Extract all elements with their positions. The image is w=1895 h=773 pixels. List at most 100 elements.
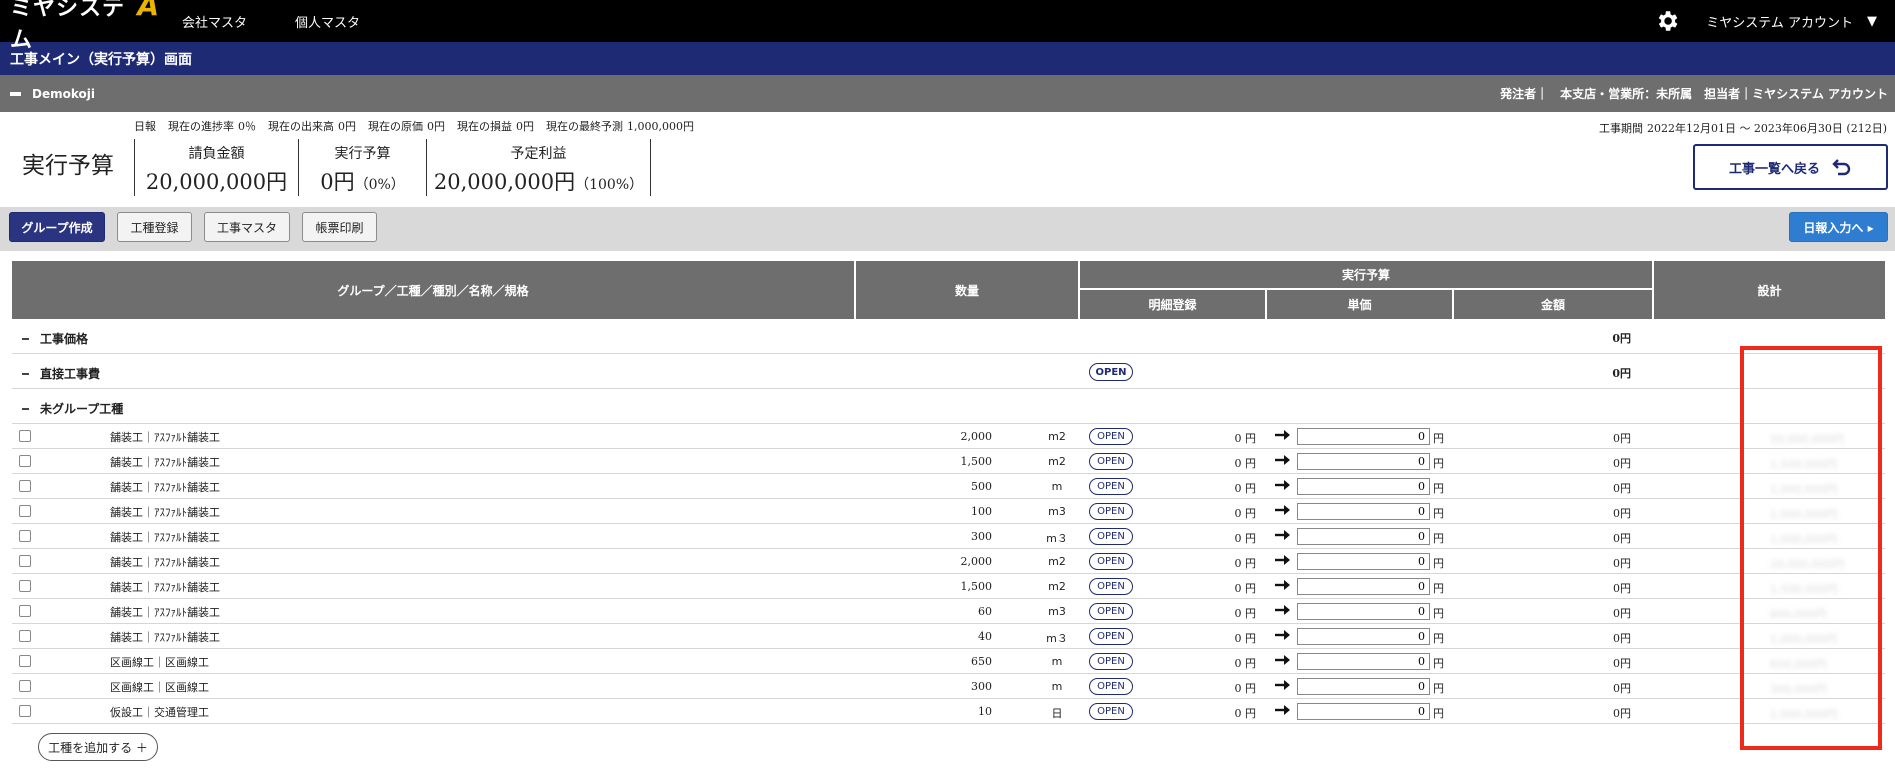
arrow-right-icon[interactable] — [1274, 627, 1292, 643]
arrow-right-icon[interactable] — [1274, 477, 1292, 493]
item-quantity: 2,000 — [960, 555, 993, 568]
open-detail-button[interactable]: OPEN — [1089, 653, 1133, 670]
row-checkbox[interactable] — [19, 530, 31, 542]
open-detail-button[interactable]: OPEN — [1089, 363, 1133, 381]
table-row: 舗装工｜ｱｽﾌｧﾙﾄ舗装工 2,000 m2 OPEN 0 円 円 0円 20,000,000… — [12, 424, 1885, 449]
print-report-button[interactable]: 帳票印刷 — [302, 212, 377, 242]
arrow-right-icon[interactable] — [1274, 552, 1292, 568]
collapse-icon — [22, 337, 29, 340]
brand-name: ミヤシステム — [10, 0, 126, 53]
open-detail-button[interactable]: OPEN — [1089, 528, 1133, 545]
table-row: 舗装工｜ｱｽﾌｧﾙﾄ舗装工 40 m３ OPEN 0 円 円 0円 1,000,000円 — [12, 624, 1885, 649]
item-name: 舗装工｜ｱｽﾌｧﾙﾄ舗装工 — [110, 531, 220, 544]
brand-logo[interactable]: ミヤシステム A — [0, 0, 160, 54]
unit-price-input[interactable] — [1297, 428, 1430, 445]
unit-price-input[interactable] — [1297, 453, 1430, 470]
arrow-right-icon[interactable] — [1274, 527, 1292, 543]
nav-personal-master[interactable]: 個人マスタ — [295, 12, 360, 31]
construction-master-button[interactable]: 工事マスタ — [204, 212, 290, 242]
orderer-label: 発注者｜ — [1500, 87, 1549, 101]
open-detail-button[interactable]: OPEN — [1089, 603, 1133, 620]
unit-price-input[interactable] — [1297, 528, 1430, 545]
row-checkbox[interactable] — [19, 605, 31, 617]
detail-price: 0 円 — [1234, 532, 1257, 545]
unit-price-input[interactable] — [1297, 603, 1430, 620]
nav-right: ミヤシステム アカウント ▼ — [1654, 0, 1877, 42]
period-value: 2022年12月01日 〜 2023年06月30日 (212日) — [1646, 122, 1887, 135]
header-name: グループ／工種／種別／名称／規格 — [12, 261, 854, 319]
arrow-right-icon[interactable] — [1274, 427, 1292, 443]
detail-price: 0 円 — [1234, 582, 1257, 595]
create-group-button[interactable]: グループ作成 — [9, 212, 105, 242]
construction-period: 工事期間 2022年12月01日 〜 2023年06月30日 (212日) — [1599, 120, 1887, 136]
yen-label: 円 — [1433, 532, 1444, 545]
open-detail-button[interactable]: OPEN — [1089, 503, 1133, 520]
arrow-right-icon[interactable] — [1274, 677, 1292, 693]
stats-line: 日報 現在の進捗率 0％ 現在の出来高 0円 現在の原価 0円 現在の損益 0円 現在の… — [134, 118, 694, 134]
arrow-right-icon[interactable] — [1274, 577, 1292, 593]
account-menu[interactable]: ミヤシステム アカウント ▼ — [1706, 12, 1877, 31]
item-unit: m2 — [1048, 430, 1066, 443]
open-detail-button[interactable]: OPEN — [1089, 678, 1133, 695]
item-amount: 0円 — [1613, 657, 1631, 670]
unit-price-input[interactable] — [1297, 703, 1430, 720]
yen-label: 円 — [1433, 457, 1444, 470]
open-detail-button[interactable]: OPEN — [1089, 628, 1133, 645]
row-checkbox[interactable] — [19, 480, 31, 492]
row-checkbox[interactable] — [19, 505, 31, 517]
arrow-right-icon[interactable] — [1274, 702, 1292, 718]
item-quantity: 10 — [978, 705, 992, 718]
unit-price-input[interactable] — [1297, 653, 1430, 670]
row-checkbox[interactable] — [19, 580, 31, 592]
open-detail-button[interactable]: OPEN — [1089, 703, 1133, 720]
detail-price: 0 円 — [1234, 607, 1257, 620]
arrow-right-icon[interactable] — [1274, 502, 1292, 518]
open-detail-button[interactable]: OPEN — [1089, 478, 1133, 495]
stat-label: 現在の進捗率 — [168, 120, 234, 133]
row-checkbox[interactable] — [19, 655, 31, 667]
detail-price: 0 円 — [1234, 507, 1257, 520]
budget-table: グループ／工種／種別／名称／規格 数量 実行予算 明細登録 単価 金額 設計 工… — [12, 261, 1885, 772]
item-name: 区画線工｜区画線工 — [110, 681, 209, 694]
add-type-button[interactable]: 工種を追加する ＋ — [38, 733, 158, 761]
project-meta: 発注者｜ 本支店・営業所：未所属 担当者｜ミヤシステム アカウント — [1500, 75, 1888, 112]
group-row-direct-cost[interactable]: 直接工事費 OPEN 0円 — [12, 354, 1885, 389]
row-checkbox[interactable] — [19, 555, 31, 567]
row-checkbox[interactable] — [19, 455, 31, 467]
nav-company-master[interactable]: 会社マスタ — [182, 12, 247, 31]
group-row-construction-price[interactable]: 工事価格 0円 — [12, 319, 1885, 354]
back-to-list-button[interactable]: 工事一覧へ戻る — [1693, 144, 1888, 190]
page-title: 工事メイン（実行予算）画面 — [0, 42, 1895, 75]
register-type-button[interactable]: 工種登録 — [117, 212, 192, 242]
item-quantity: 1,500 — [960, 580, 993, 593]
table-row: 区画線工｜区画線工 650 m OPEN 0 円 円 0円 650,000円 — [12, 649, 1885, 674]
unit-price-input[interactable] — [1297, 628, 1430, 645]
item-name: 舗装工｜ｱｽﾌｧﾙﾄ舗装工 — [110, 506, 220, 519]
table-row: 舗装工｜ｱｽﾌｧﾙﾄ舗装工 2,000 m2 OPEN 0 円 円 0円 20,000,000… — [12, 549, 1885, 574]
row-checkbox[interactable] — [19, 705, 31, 717]
arrow-right-icon[interactable] — [1274, 602, 1292, 618]
design-value-blurred: 1,500,000円 — [1770, 458, 1837, 471]
row-checkbox[interactable] — [19, 680, 31, 692]
open-detail-button[interactable]: OPEN — [1089, 578, 1133, 595]
unit-price-input[interactable] — [1297, 503, 1430, 520]
detail-price: 0 円 — [1234, 707, 1257, 720]
daily-report-button[interactable]: 日報入力へ ▸ — [1789, 212, 1888, 242]
gear-icon[interactable] — [1654, 8, 1680, 34]
item-name: 区画線工｜区画線工 — [110, 656, 209, 669]
arrow-right-icon[interactable] — [1274, 452, 1292, 468]
unit-price-input[interactable] — [1297, 578, 1430, 595]
open-detail-button[interactable]: OPEN — [1089, 553, 1133, 570]
metric-percent: （0%） — [354, 177, 405, 193]
arrow-right-icon[interactable] — [1274, 652, 1292, 668]
open-detail-button[interactable]: OPEN — [1089, 428, 1133, 445]
unit-price-input[interactable] — [1297, 553, 1430, 570]
open-detail-button[interactable]: OPEN — [1089, 453, 1133, 470]
group-row-ungrouped[interactable]: 未グループ工種 — [12, 389, 1885, 424]
unit-price-input[interactable] — [1297, 678, 1430, 695]
row-checkbox[interactable] — [19, 630, 31, 642]
unit-price-input[interactable] — [1297, 478, 1430, 495]
row-checkbox[interactable] — [19, 430, 31, 442]
branch-label: 本支店・営業所：未所属 — [1560, 87, 1693, 101]
project-name-toggle[interactable]: Demokoji — [0, 87, 95, 101]
